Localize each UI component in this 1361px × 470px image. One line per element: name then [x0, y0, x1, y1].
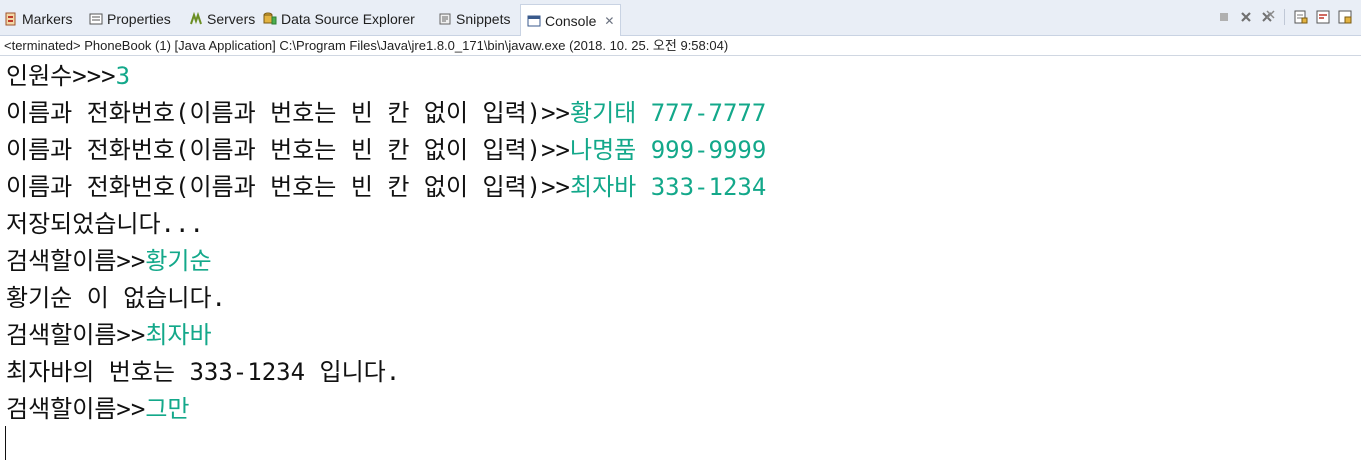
- remove-launch-icon[interactable]: [1238, 9, 1254, 25]
- view-tab-bar: Markers Properties Servers Data Source E…: [0, 0, 1361, 36]
- console-output-text: 인원수>>>: [6, 62, 116, 90]
- console-line: 이름과 전화번호(이름과 번호는 빈 칸 없이 입력)>>황기태 777-777…: [6, 95, 1361, 132]
- close-icon[interactable]: ✕: [604, 14, 614, 28]
- tab-label: Servers: [207, 11, 256, 27]
- console-line: 황기순 이 없습니다.: [6, 280, 1361, 317]
- remove-all-terminated-icon[interactable]: [1260, 9, 1276, 25]
- console-line: 이름과 전화번호(이름과 번호는 빈 칸 없이 입력)>>최자바 333-123…: [6, 169, 1361, 206]
- console-input-text: 최자바 333-1234: [570, 173, 767, 201]
- scroll-lock-icon[interactable]: [1293, 9, 1309, 25]
- console-output-text: 이름과 전화번호(이름과 번호는 빈 칸 없이 입력)>>: [6, 99, 571, 127]
- tab-snippets[interactable]: Snippets: [438, 7, 510, 31]
- console-output-text: 저장되었습니다...: [6, 210, 204, 238]
- word-wrap-icon[interactable]: [1315, 9, 1331, 25]
- console-output-text: 이름과 전화번호(이름과 번호는 빈 칸 없이 입력)>>: [6, 136, 571, 164]
- console-icon: [527, 14, 541, 28]
- console-toolbar: [1216, 9, 1353, 25]
- console-output-text: 이름과 전화번호(이름과 번호는 빈 칸 없이 입력)>>: [6, 173, 571, 201]
- console-input-text: 황기태 777-7777: [570, 99, 767, 127]
- tab-label: Markers: [22, 11, 73, 27]
- console-input-text: 최자바: [145, 321, 212, 349]
- console-output[interactable]: 인원수>>>3 이름과 전화번호(이름과 번호는 빈 칸 없이 입력)>>황기태…: [0, 58, 1361, 470]
- tab-label: Data Source Explorer: [281, 11, 415, 27]
- text-cursor: [5, 426, 6, 460]
- markers-icon: [4, 12, 18, 26]
- tab-markers[interactable]: Markers: [4, 7, 73, 31]
- console-input-text: 나명품 999-9999: [570, 136, 767, 164]
- console-output-text: 검색할이름>>: [6, 395, 146, 423]
- pin-console-icon[interactable]: [1337, 9, 1353, 25]
- console-line: 이름과 전화번호(이름과 번호는 빈 칸 없이 입력)>>나명품 999-999…: [6, 132, 1361, 169]
- tab-servers[interactable]: Servers: [189, 7, 255, 31]
- console-output-text: 최자바의 번호는 333-1234 입니다.: [6, 358, 401, 386]
- console-line: 저장되었습니다...: [6, 206, 1361, 243]
- tab-properties[interactable]: Properties: [89, 7, 171, 31]
- servers-icon: [189, 11, 203, 26]
- console-output-text: 황기순 이 없습니다.: [6, 284, 226, 312]
- tab-label: Snippets: [456, 11, 511, 27]
- data-source-icon: [263, 12, 277, 26]
- console-output-text: 검색할이름>>: [6, 247, 146, 275]
- console-input-text: 3: [115, 62, 131, 90]
- console-output-text: 검색할이름>>: [6, 321, 146, 349]
- console-line: 검색할이름>>최자바: [6, 317, 1361, 354]
- toolbar-separator: [1284, 9, 1285, 25]
- console-line: 최자바의 번호는 333-1234 입니다.: [6, 354, 1361, 391]
- process-status-line: <terminated> PhoneBook (1) [Java Applica…: [0, 36, 1361, 56]
- tab-data-source-explorer[interactable]: Data Source Explorer: [263, 7, 415, 31]
- terminate-icon[interactable]: [1216, 9, 1232, 25]
- tab-label: Console: [545, 12, 597, 29]
- tab-console[interactable]: Console ✕: [520, 4, 622, 36]
- properties-icon: [89, 12, 103, 26]
- console-input-text: 황기순: [145, 247, 212, 275]
- console-input-text: 그만: [145, 395, 190, 423]
- snippets-icon: [438, 12, 452, 26]
- console-line: 검색할이름>>그만: [6, 391, 1361, 428]
- console-line: 검색할이름>>황기순: [6, 243, 1361, 280]
- console-line: 인원수>>>3: [6, 58, 1361, 95]
- tab-label: Properties: [107, 11, 171, 27]
